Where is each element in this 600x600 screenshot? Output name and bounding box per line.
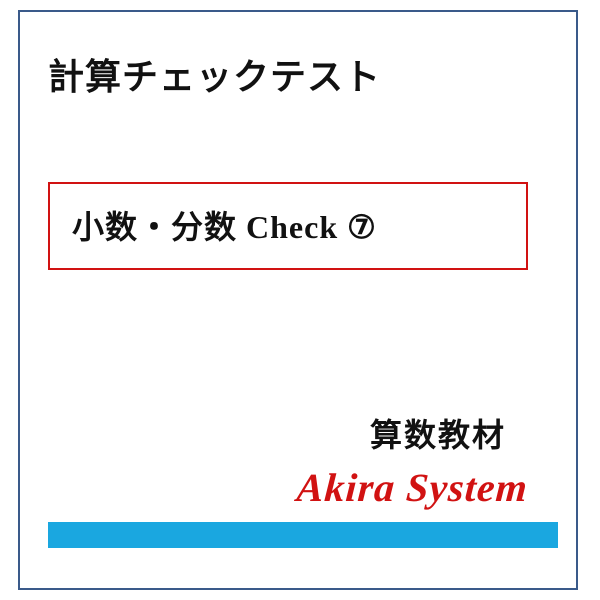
subject-label: 算数教材 xyxy=(370,410,506,456)
cover-frame: 計算チェックテスト 小数・分数 Check ⑦ 算数教材 Akira Syste… xyxy=(18,10,578,590)
page-title: 計算チェックテスト xyxy=(48,48,548,100)
bottom-bar xyxy=(48,522,558,548)
check-box: 小数・分数 Check ⑦ xyxy=(48,182,528,270)
brand-name: Akira System xyxy=(295,464,529,511)
check-label: 小数・分数 Check ⑦ xyxy=(72,202,508,248)
